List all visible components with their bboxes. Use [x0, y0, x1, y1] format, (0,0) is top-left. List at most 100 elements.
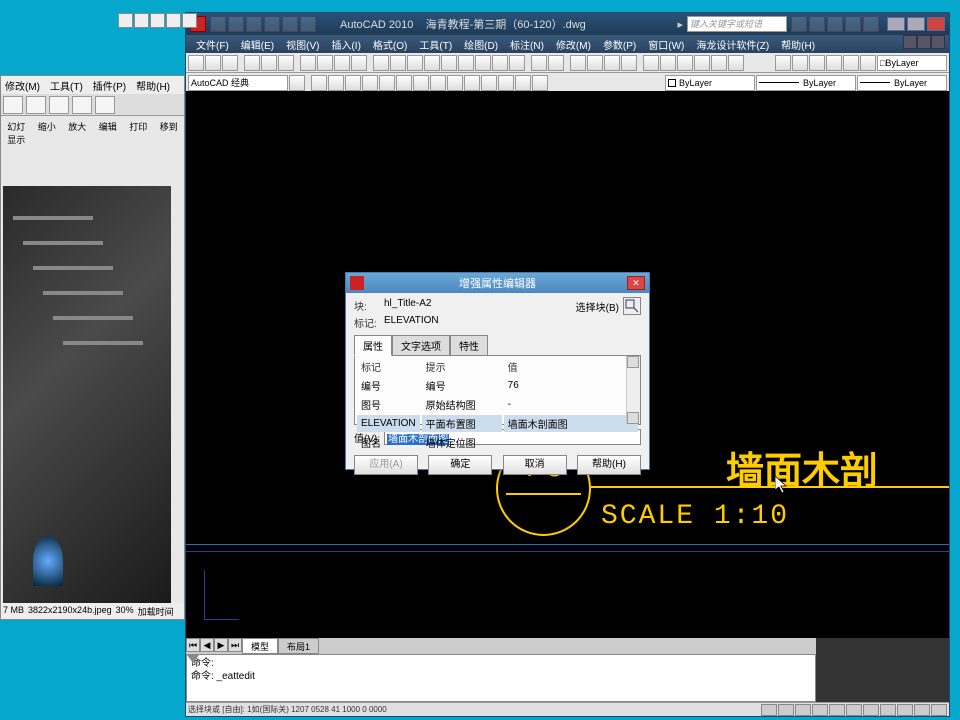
- cmdwin-grip-icon[interactable]: [187, 655, 199, 663]
- viewer-btn-slideshow[interactable]: 幻灯显示: [3, 118, 30, 148]
- preview-icon[interactable]: [261, 55, 277, 71]
- help-search-input[interactable]: 键入关键字或短语: [687, 16, 787, 32]
- osnap6-icon[interactable]: [396, 75, 412, 91]
- table-row[interactable]: 图号原始结构图-: [357, 396, 638, 413]
- grid-toggle[interactable]: [778, 704, 794, 716]
- viewer-tool-icon[interactable]: [72, 96, 92, 114]
- props-icon[interactable]: [643, 55, 659, 71]
- undo-icon[interactable]: [531, 55, 547, 71]
- viewer-menu-plugins[interactable]: 插件(P): [93, 78, 126, 92]
- ft-icon[interactable]: [134, 13, 149, 28]
- menu-file[interactable]: 文件(F): [190, 35, 235, 53]
- block-icon[interactable]: [373, 55, 389, 71]
- layer3-icon[interactable]: [843, 55, 859, 71]
- snap-toggle[interactable]: [761, 704, 777, 716]
- ssm-icon[interactable]: [694, 55, 710, 71]
- osnap2-icon[interactable]: [328, 75, 344, 91]
- qat-save-icon[interactable]: [246, 16, 262, 32]
- menu-modify[interactable]: 修改(M): [550, 35, 597, 53]
- menu-window[interactable]: 窗口(W): [642, 35, 690, 53]
- menu-dimension[interactable]: 标注(N): [504, 35, 550, 53]
- viewer-tool-icon[interactable]: [49, 96, 69, 114]
- block4-icon[interactable]: [424, 55, 440, 71]
- osnap14-icon[interactable]: [532, 75, 548, 91]
- osnap4-icon[interactable]: [362, 75, 378, 91]
- viewer-menu-tools[interactable]: 工具(T): [50, 78, 83, 92]
- zoom-win-icon[interactable]: [604, 55, 620, 71]
- print-icon[interactable]: [244, 55, 260, 71]
- cut-icon[interactable]: [300, 55, 316, 71]
- tab-first-icon[interactable]: ⏮: [186, 638, 200, 652]
- qat-open-icon[interactable]: [228, 16, 244, 32]
- osnap11-icon[interactable]: [481, 75, 497, 91]
- paste-icon[interactable]: [334, 55, 350, 71]
- table-row[interactable]: 编号编号76: [357, 377, 638, 394]
- mdi-restore-button[interactable]: [917, 35, 931, 49]
- cancel-button[interactable]: 取消: [503, 455, 567, 475]
- ortho-toggle[interactable]: [795, 704, 811, 716]
- qc-icon[interactable]: [728, 55, 744, 71]
- linetype-combo[interactable]: ByLayer: [756, 75, 856, 91]
- ft-icon[interactable]: [150, 13, 165, 28]
- zoom-rt-icon[interactable]: [587, 55, 603, 71]
- ft-icon[interactable]: [166, 13, 181, 28]
- qp-toggle[interactable]: [914, 704, 930, 716]
- new-icon[interactable]: [188, 55, 204, 71]
- close-button[interactable]: [927, 17, 945, 31]
- select-block-button[interactable]: [623, 297, 641, 315]
- zoom-prev-icon[interactable]: [621, 55, 637, 71]
- dialog-titlebar[interactable]: 增强属性编辑器 ✕: [346, 273, 649, 293]
- lineweight-combo[interactable]: ByLayer: [857, 75, 947, 91]
- publish-icon[interactable]: [278, 55, 294, 71]
- command-window[interactable]: 命令: 命令: _eattedit: [186, 654, 816, 702]
- open-icon[interactable]: [205, 55, 221, 71]
- viewer-tool-icon[interactable]: [26, 96, 46, 114]
- markup-icon[interactable]: [711, 55, 727, 71]
- osnap12-icon[interactable]: [498, 75, 514, 91]
- table-scrollbar[interactable]: [626, 356, 640, 424]
- scroll-up-icon[interactable]: [627, 356, 639, 368]
- osnap7-icon[interactable]: [413, 75, 429, 91]
- polar-toggle[interactable]: [812, 704, 828, 716]
- tp-icon[interactable]: [677, 55, 693, 71]
- viewer-menubar[interactable]: 修改(M) 工具(T) 插件(P) 帮助(H): [1, 76, 184, 94]
- viewer-tool-icon[interactable]: [3, 96, 23, 114]
- osnap5-icon[interactable]: [379, 75, 395, 91]
- tab-attributes[interactable]: 属性: [354, 335, 392, 356]
- subscription-icon[interactable]: [809, 16, 825, 32]
- ws-settings-icon[interactable]: [289, 75, 305, 91]
- attribute-table[interactable]: 标记 提示 值 编号编号76 图号原始结构图- ELEVATION平面布置图墙面…: [355, 356, 640, 453]
- menu-format[interactable]: 格式(O): [367, 35, 413, 53]
- save-icon[interactable]: [222, 55, 238, 71]
- viewer-btn-zoomout[interactable]: 缩小: [34, 118, 61, 148]
- redo-icon[interactable]: [548, 55, 564, 71]
- qat-undo-icon[interactable]: [264, 16, 280, 32]
- tab-model[interactable]: 模型: [242, 638, 278, 654]
- menu-tools[interactable]: 工具(T): [413, 35, 458, 53]
- qat-print-icon[interactable]: [300, 16, 316, 32]
- layerp-icon[interactable]: [792, 55, 808, 71]
- layer2-icon[interactable]: [826, 55, 842, 71]
- table-row-selected[interactable]: ELEVATION平面布置图墙面木剖面图: [357, 415, 638, 432]
- tab-layout1[interactable]: 布局1: [278, 638, 319, 654]
- viewer-menu-modify[interactable]: 修改(M): [5, 78, 40, 92]
- col-prompt[interactable]: 提示: [422, 358, 502, 375]
- mdi-min-button[interactable]: [903, 35, 917, 49]
- layer4-icon[interactable]: [860, 55, 876, 71]
- titlebar[interactable]: AutoCAD 2010 海青教程-第三期（60-120）.dwg ▸ 键入关键…: [186, 13, 949, 35]
- osnap10-icon[interactable]: [464, 75, 480, 91]
- favorites-icon[interactable]: [845, 16, 861, 32]
- menu-view[interactable]: 视图(V): [280, 35, 325, 53]
- dc-icon[interactable]: [660, 55, 676, 71]
- dyn-toggle[interactable]: [880, 704, 896, 716]
- workspace-combo[interactable]: AutoCAD 经典: [188, 75, 288, 91]
- viewer-btn-zoomin[interactable]: 放大: [64, 118, 91, 148]
- tab-last-icon[interactable]: ⏭: [228, 638, 242, 652]
- search-icon[interactable]: [791, 16, 807, 32]
- qat-redo-icon[interactable]: [282, 16, 298, 32]
- help-icon[interactable]: [863, 16, 879, 32]
- viewer-tool-icon[interactable]: [95, 96, 115, 114]
- osnap-toggle[interactable]: [829, 704, 845, 716]
- pan-icon[interactable]: [570, 55, 586, 71]
- tab-properties[interactable]: 特性: [450, 335, 488, 356]
